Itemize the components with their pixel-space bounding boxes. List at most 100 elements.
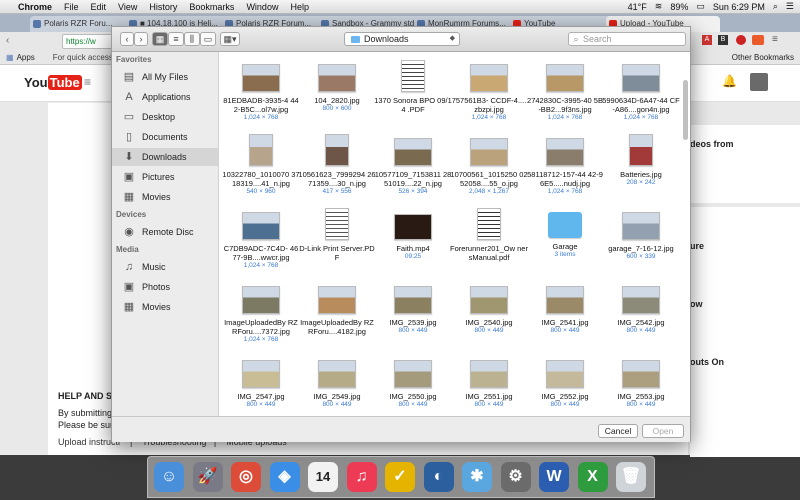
file-item[interactable]: IMG_2539.jpg 800 × 449 <box>374 280 452 335</box>
sidebar-item-pictures[interactable]: ▣ Pictures <box>112 168 218 186</box>
menu-window[interactable]: Window <box>246 2 278 12</box>
coverflow-view-icon[interactable]: ▭ <box>200 32 216 46</box>
photos-icon: ▣ <box>123 281 135 293</box>
file-item[interactable]: IMG_2549.jpg 800 × 449 <box>298 354 376 409</box>
file-item[interactable]: ImageUploadedBy RZRForu....4182.jpg <box>298 280 376 336</box>
notification-center-icon[interactable]: ☰ <box>786 1 794 12</box>
extension-icon[interactable] <box>752 35 764 45</box>
file-item[interactable]: ImageUploadedBy RZRForu....7372.jpg 1,024… <box>222 280 300 344</box>
calendar-icon[interactable]: 14 <box>308 462 338 492</box>
sidebar-item-desktop[interactable]: ▭ Desktop <box>112 108 218 126</box>
avatar[interactable] <box>750 73 768 91</box>
arrange-menu-icon[interactable]: ▦▾ <box>220 32 240 46</box>
extension-icon[interactable]: A <box>702 35 712 45</box>
column-view-icon[interactable]: ⫼ <box>184 32 200 46</box>
file-item[interactable]: C7DB9ADC-7C4D- 4677-9B....wwcr.jpg 1,024 … <box>222 206 300 270</box>
menu-help[interactable]: Help <box>290 2 309 12</box>
menu-view[interactable]: View <box>118 2 137 12</box>
sidebar-item-movies[interactable]: ▦ Movies <box>112 298 218 316</box>
finder-icon[interactable]: ☺ <box>154 462 184 492</box>
file-item[interactable]: IMG_2550.jpg 800 × 449 <box>374 354 452 409</box>
word-icon[interactable]: W <box>539 462 569 492</box>
file-item[interactable]: Faith.mp4 09:25 <box>374 206 452 261</box>
file-meta: 600 × 339 <box>626 253 656 260</box>
file-item[interactable]: IMG_2552.jpg 800 × 449 <box>526 354 604 409</box>
sidebar-item-label: Downloads <box>142 152 187 162</box>
file-item[interactable]: 757561B3- CCDF-4....zbzpi.jpg 1,024 × 768 <box>450 58 528 122</box>
file-item[interactable]: 10322780_1010070 3718319....41_n.jpg 540 … <box>222 132 300 196</box>
clock[interactable]: Sun 6:29 PM <box>713 2 765 12</box>
file-item[interactable]: IMG_2547.jpg 800 × 449 <box>222 354 300 409</box>
menu-history[interactable]: History <box>149 2 177 12</box>
file-item[interactable]: Forerunner201_Ow nersManual.pdf <box>450 206 528 262</box>
file-item[interactable]: 10577109_7153811 2851019....22_n.jpg 526 … <box>374 132 452 196</box>
sidebar-item-all-my-files[interactable]: ▤ All My Files <box>112 68 218 86</box>
wifi-icon[interactable]: ≋ <box>655 1 663 12</box>
file-item[interactable]: 10561623_7999294 2671359....30_n.jpg 417 … <box>298 132 376 196</box>
search-input[interactable]: ⌕ Search <box>568 32 686 46</box>
menu-file[interactable]: File <box>64 2 79 12</box>
file-item[interactable]: 5990634D-6A47-44 CF-A86....gon4n.jpg 1,02… <box>602 58 680 122</box>
file-item[interactable]: IMG_2542.jpg 800 × 449 <box>602 280 680 335</box>
guide-menu-icon[interactable]: ≡ <box>84 75 91 89</box>
sidebar-item-applications[interactable]: A Applications <box>112 88 218 106</box>
file-item[interactable]: IMG_2551.jpg 800 × 449 <box>450 354 528 409</box>
file-item[interactable]: 10700561_1015250 0252058....55_o.jpg 2,04… <box>450 132 528 196</box>
forward-nav-icon[interactable]: › <box>134 32 148 46</box>
file-item[interactable]: IMG_2541.jpg 800 × 449 <box>526 280 604 335</box>
chrome-icon[interactable]: ◎ <box>231 462 261 492</box>
file-item[interactable]: 104_2820.jpg 800 × 600 <box>298 58 376 113</box>
file-item[interactable]: 2742830C-3995-40 5B-BB2...9f3ns.jpg 1,024… <box>526 58 604 122</box>
back-nav-icon[interactable]: ‹ <box>120 32 134 46</box>
xcode-icon[interactable]: ✱ <box>462 462 492 492</box>
sidebar-item-remote-disc[interactable]: ◉ Remote Disc <box>112 223 218 241</box>
spotlight-icon[interactable]: ⌕ <box>773 1 778 12</box>
norton-icon[interactable]: ✓ <box>385 462 415 492</box>
sidebar-item-music[interactable]: ♫ Music <box>112 258 218 276</box>
bookmark-apps[interactable]: Apps <box>17 53 35 62</box>
battery-icon[interactable]: ▭ <box>696 1 705 12</box>
system-preferences-icon[interactable]: ⚙ <box>500 462 531 492</box>
scrollbar[interactable] <box>683 80 688 140</box>
itunes-icon[interactable]: ♫ <box>346 462 377 492</box>
file-item[interactable]: 1370 Sonora BPO 09/14 .PDF <box>374 58 452 114</box>
menu-bookmarks[interactable]: Bookmarks <box>189 2 234 12</box>
other-bookmarks[interactable]: Other Bookmarks <box>732 53 794 62</box>
launchpad-icon[interactable]: 🚀 <box>192 462 223 492</box>
file-item[interactable]: 58118712-157-44 42-96E5.....nudj.jpg 1,02… <box>526 132 604 196</box>
list-view-icon[interactable]: ≡ <box>168 32 184 46</box>
notifications-bell-icon[interactable]: 🔔 <box>722 74 737 88</box>
battery-percent[interactable]: 89% <box>670 2 688 12</box>
menu-edit[interactable]: Edit <box>91 2 107 12</box>
file-item[interactable]: IMG_2553.jpg 800 × 449 <box>602 354 680 409</box>
file-item[interactable]: 81EDBADB-3935-4 442-B5C...ol7w.jpg 1,024 … <box>222 58 300 122</box>
apps-grid-icon[interactable]: ▦ <box>6 53 14 62</box>
icon-view-icon[interactable]: ▦ <box>152 32 168 46</box>
excel-icon[interactable]: X <box>577 462 608 492</box>
file-item[interactable]: Batteries.jpg 208 × 242 <box>602 132 680 187</box>
weather-temp[interactable]: 41°F <box>628 2 647 12</box>
extension-icon[interactable]: B <box>718 35 728 45</box>
address-bar[interactable]: https://w <box>62 34 117 49</box>
file-item[interactable]: IMG_2540.jpg 800 × 449 <box>450 280 528 335</box>
google-earth-icon[interactable]: ◐ <box>423 462 454 492</box>
menu-app-name[interactable]: Chrome <box>18 2 52 12</box>
sidebar-item-downloads[interactable]: ⬇ Downloads <box>112 148 218 166</box>
extension-icon[interactable] <box>736 35 746 45</box>
youtube-logo[interactable]: You Tube <box>24 75 82 90</box>
file-item[interactable]: D-Link Print Server.PDF <box>298 206 376 262</box>
sidebar-item-photos[interactable]: ▣ Photos <box>112 278 218 296</box>
trash-icon[interactable]: 🗑 <box>616 462 646 492</box>
cancel-button[interactable]: Cancel <box>598 424 638 438</box>
location-dropdown[interactable]: Downloads ◆ <box>344 32 460 46</box>
sidebar-item-documents[interactable]: ▯ Documents <box>112 128 218 146</box>
back-icon[interactable]: ‹ <box>6 35 9 46</box>
sidebar-item-movies[interactable]: ▦ Movies <box>112 188 218 206</box>
file-item[interactable]: garage_7-16-12.jpg 600 × 339 <box>602 206 680 261</box>
chrome-menu-icon[interactable]: ≡ <box>772 34 778 45</box>
file-meta: 417 × 556 <box>322 188 352 195</box>
file-item[interactable]: Garage 3 items <box>526 206 604 259</box>
safari-icon[interactable]: ◈ <box>269 462 300 492</box>
open-button[interactable]: Open <box>642 424 684 438</box>
dialog-footer: Cancel Open <box>112 416 690 442</box>
